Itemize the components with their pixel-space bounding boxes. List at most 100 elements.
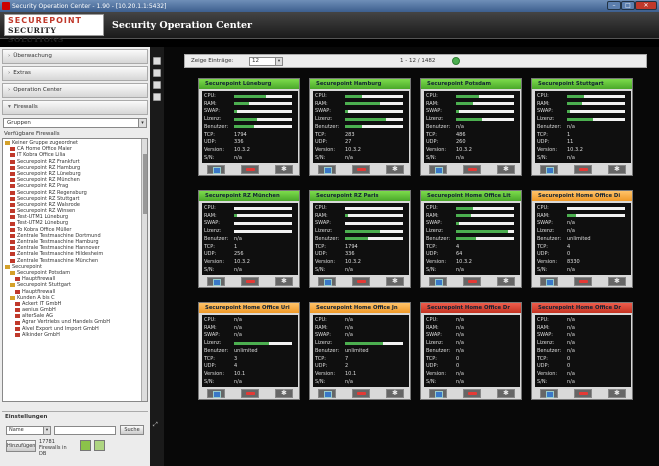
firewall-card[interactable]: Securepoint RZ München CPU: RAM: SWAP: Lizen… [198, 190, 300, 288]
disconnect-icon[interactable] [241, 165, 259, 174]
firewall-card[interactable]: Securepoint Home Office Dr CPU: n/a RAM: n/a… [420, 302, 522, 400]
disconnect-icon[interactable] [352, 277, 370, 286]
settings-icon[interactable] [608, 277, 626, 286]
tree-scrollbar[interactable] [141, 139, 147, 401]
stat-label: Version: [537, 146, 558, 153]
connect-icon[interactable] [207, 389, 225, 398]
disconnect-icon[interactable] [463, 389, 481, 398]
collapse-toggle-icon[interactable] [153, 69, 161, 77]
connect-icon[interactable] [540, 165, 558, 174]
scrollbar-thumb[interactable] [143, 154, 147, 214]
connect-icon[interactable] [318, 165, 336, 174]
settings-icon[interactable] [275, 165, 293, 174]
disconnect-icon[interactable] [574, 277, 592, 286]
card-actions [313, 277, 409, 286]
connect-icon[interactable] [540, 277, 558, 286]
stat-row-cpu: CPU: [537, 93, 629, 99]
disconnect-icon[interactable] [352, 389, 370, 398]
settings-icon[interactable] [497, 277, 515, 286]
folder-icon [5, 141, 10, 146]
window-titlebar: Security Operation Center - 1.90 - [10.2… [0, 0, 659, 12]
settings-icon[interactable] [386, 165, 404, 174]
firewall-card[interactable]: Securepoint Home Office Uri CPU: n/a RAM: n/… [198, 302, 300, 400]
firewall-icon [15, 308, 20, 313]
sidebar-section[interactable]: › Operation Center [2, 83, 148, 98]
stat-value: n/a [567, 378, 575, 385]
stat-label: CPU: [537, 317, 549, 323]
stat-value: 10.3.2 [234, 146, 250, 153]
disconnect-icon[interactable] [463, 277, 481, 286]
connect-icon[interactable] [429, 389, 447, 398]
collapse-toggle-icon[interactable] [153, 93, 161, 101]
per-page-select[interactable]: 12 ▾ [249, 57, 283, 66]
card-title: Securepoint Hamburg [310, 79, 410, 89]
connect-icon[interactable] [429, 165, 447, 174]
search-input[interactable] [54, 426, 116, 435]
disconnect-icon[interactable] [463, 165, 481, 174]
settings-icon[interactable] [386, 277, 404, 286]
stat-label: UDP: [537, 251, 550, 258]
settings-icon[interactable] [497, 389, 515, 398]
stat-label: Benutzer: [204, 347, 229, 354]
minimize-button[interactable]: – [607, 1, 621, 10]
sidebar-section[interactable]: › Überwachung [2, 49, 148, 64]
usage-bar [345, 102, 403, 106]
stat-row-swap: SWAP: [204, 108, 296, 114]
stat-value: n/a [456, 332, 464, 339]
connect-icon[interactable] [429, 277, 447, 286]
stat-label: S/N: [204, 154, 215, 161]
card-actions [424, 389, 520, 398]
connect-icon[interactable] [318, 389, 336, 398]
disconnect-icon[interactable] [574, 389, 592, 398]
logo-tagline: SECURITY SOLUTIONS [8, 26, 64, 44]
close-button[interactable]: ✕ [635, 1, 657, 10]
settings-icon[interactable] [608, 389, 626, 398]
connect-icon[interactable] [318, 277, 336, 286]
maximize-button[interactable]: □ [621, 1, 635, 10]
settings-icon[interactable] [608, 165, 626, 174]
disconnect-icon[interactable] [241, 389, 259, 398]
disconnect-icon[interactable] [352, 165, 370, 174]
disconnect-icon[interactable] [574, 165, 592, 174]
sidebar-section[interactable]: › Extras [2, 66, 148, 81]
settings-icon[interactable] [386, 389, 404, 398]
group-select[interactable]: Gruppen ▾ [3, 118, 147, 128]
add-firewall-button[interactable]: Hinzufügen [6, 440, 36, 452]
settings-icon[interactable] [275, 277, 293, 286]
collapse-toggle-icon[interactable] [153, 57, 161, 65]
connect-icon[interactable] [540, 389, 558, 398]
stat-row-swap: SWAP: [426, 108, 518, 114]
firewall-card[interactable]: Securepoint Stuttgart CPU: RAM: SWAP: Lizenz… [531, 78, 633, 176]
firewall-card[interactable]: Securepoint Home Office Lit CPU: RAM: SWAP:… [420, 190, 522, 288]
resize-handle-icon[interactable]: ⤢ [153, 421, 161, 429]
stat-value: unlimited [234, 347, 258, 354]
export-icon[interactable] [94, 440, 105, 451]
card-stats: CPU: n/a RAM: n/a SWAP: n/a Lizenz: Benutzer: un… [202, 315, 298, 387]
stat-row-sn: S/N: n/a [537, 379, 629, 385]
settings-icon[interactable] [497, 165, 515, 174]
firewall-card[interactable]: Securepoint Home Office Jn CPU: n/a RAM: n/a… [309, 302, 411, 400]
settings-icon[interactable] [275, 389, 293, 398]
collapse-toggle-icon[interactable] [153, 81, 161, 89]
firewall-card[interactable]: Securepoint Potsdam CPU: RAM: SWAP: Lizenz: B… [420, 78, 522, 176]
stat-value: n/a [567, 220, 575, 227]
import-icon[interactable] [80, 440, 91, 451]
tree-item[interactable]: Alkinder GmbH [3, 332, 147, 338]
firewall-icon [10, 215, 15, 220]
firewall-card[interactable]: Securepoint Lüneburg CPU: RAM: SWAP: Lizenz:… [198, 78, 300, 176]
refresh-icon[interactable] [452, 57, 460, 65]
stat-row-sn: S/N: n/a [315, 267, 407, 273]
disconnect-icon[interactable] [241, 277, 259, 286]
connect-icon[interactable] [207, 165, 225, 174]
connect-icon[interactable] [207, 277, 225, 286]
sidebar-section[interactable]: ▾ Firewalls [2, 100, 148, 115]
firewall-card[interactable]: Securepoint RZ Paris CPU: RAM: SWAP: Lizenz:… [309, 190, 411, 288]
stat-label: TCP: [426, 131, 437, 138]
firewall-card[interactable]: Securepoint Home Office Di CPU: RAM: SWAP: n… [531, 190, 633, 288]
search-button[interactable]: Suche [120, 425, 144, 435]
firewall-card[interactable]: Securepoint Hamburg CPU: RAM: SWAP: Lizenz: B… [309, 78, 411, 176]
search-field-select[interactable]: Name ▾ [6, 426, 51, 435]
stat-row-cpu: CPU: [204, 93, 296, 99]
firewall-tree[interactable]: Keiner Gruppe zugeordnet CA Home Office M… [2, 138, 148, 402]
firewall-card[interactable]: Securepoint Home Office Dr CPU: n/a RAM: n/a… [531, 302, 633, 400]
